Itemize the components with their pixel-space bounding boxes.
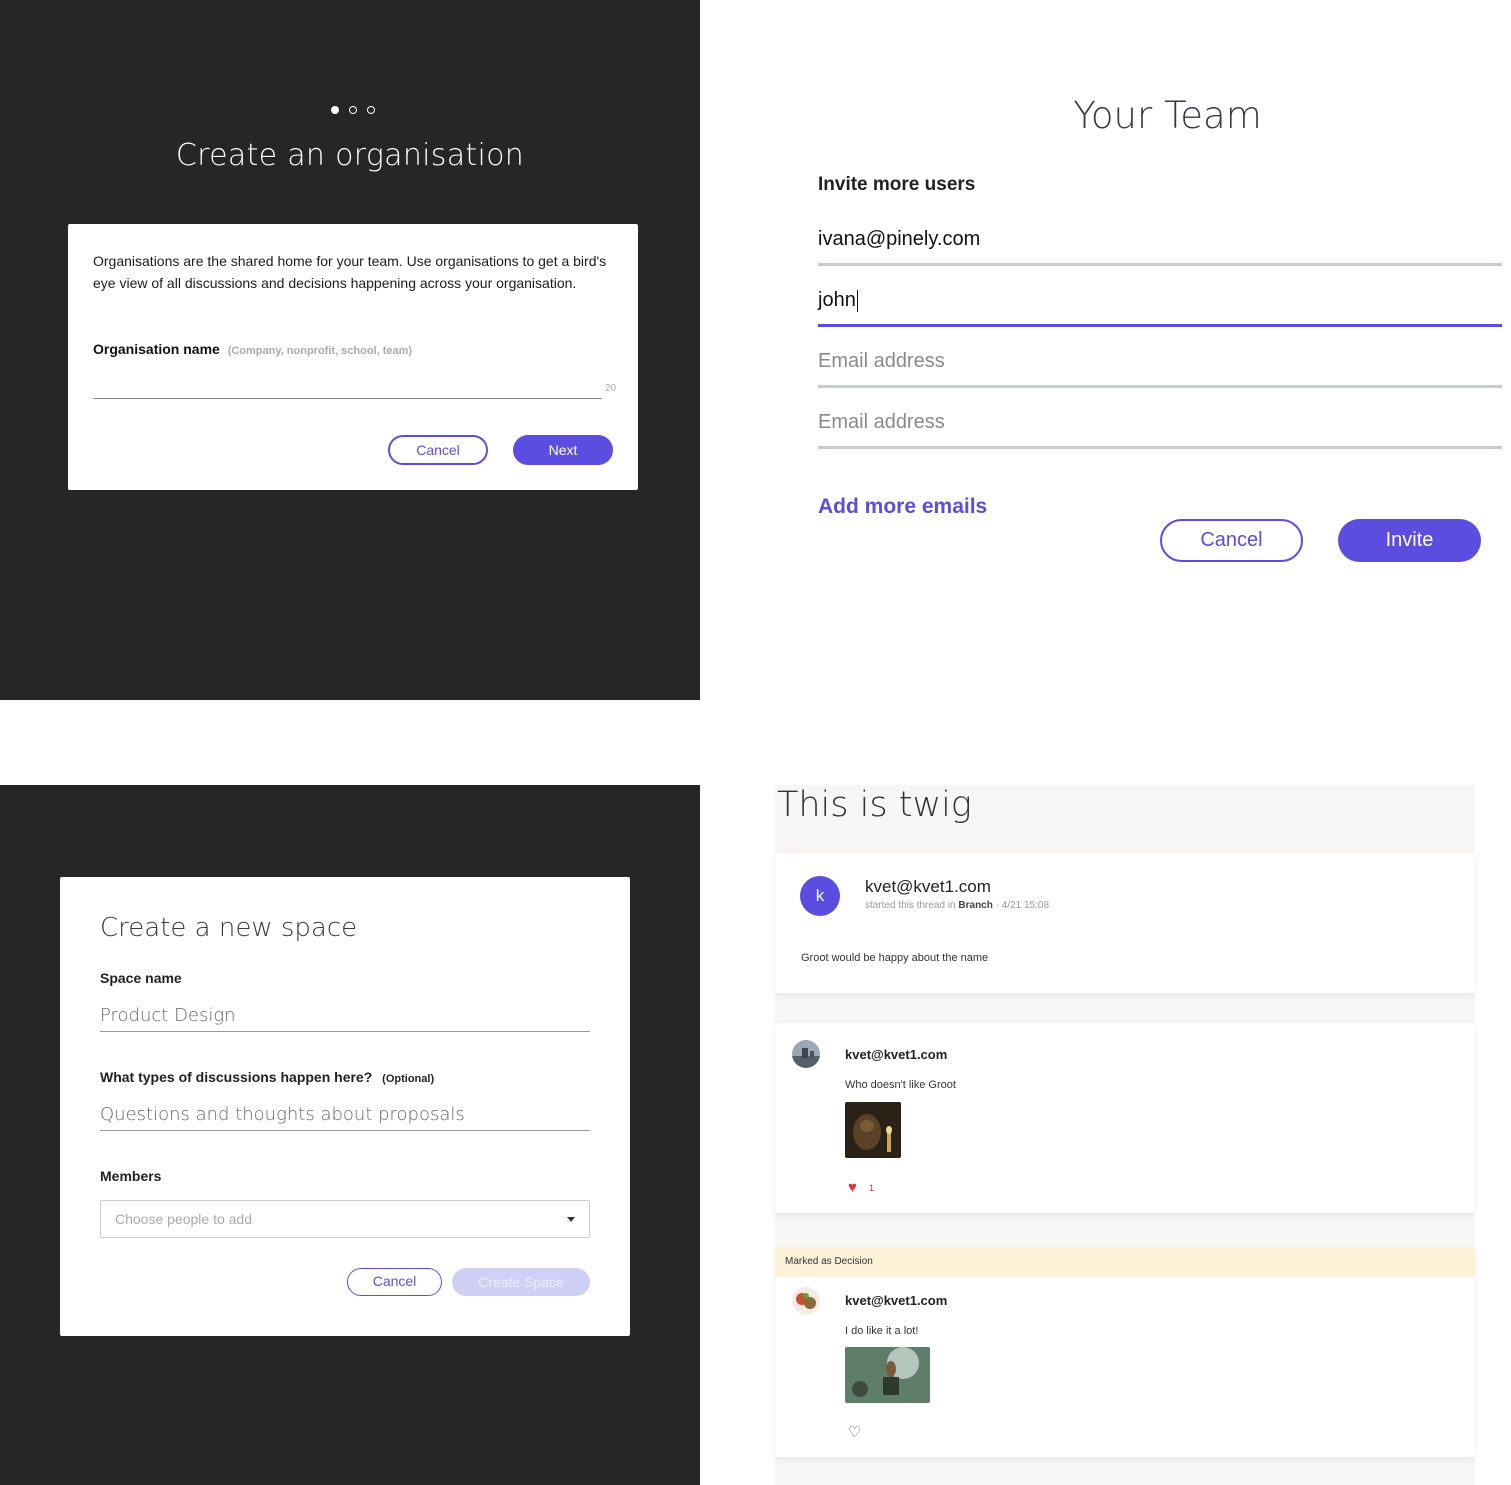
invite-users-heading: Invite more users (818, 174, 976, 195)
avatar[interactable] (792, 1040, 820, 1068)
cancel-button[interactable]: Cancel (388, 435, 488, 465)
input-underline (100, 1031, 590, 1032)
thread-meta: started this thread in Branch · 4/21 15:… (865, 900, 1049, 911)
create-space-button[interactable]: Create Space (452, 1268, 590, 1296)
step-dot-active (331, 106, 339, 114)
chevron-down-icon (567, 1217, 575, 1222)
thread-panel: This is twig k kvet@kvet1.com started th… (775, 785, 1475, 1485)
create-organisation-panel: Create an organisation Organisations are… (0, 0, 700, 700)
author-name[interactable]: kvet@kvet1.com (845, 1047, 947, 1062)
email-value: john (818, 289, 856, 311)
email-value-wrap: john (818, 289, 859, 312)
cancel-button[interactable]: Cancel (1160, 519, 1303, 562)
heart-outline-icon[interactable]: ♡ (848, 1425, 861, 1440)
email-field-active[interactable]: john (818, 283, 1502, 327)
step-dot (349, 106, 357, 114)
organisation-description: Organisations are the shared home for yo… (93, 253, 607, 291)
text-caret (856, 289, 859, 312)
page-title: Your Team (1073, 94, 1262, 137)
step-dot (367, 106, 375, 114)
optional-tag: (Optional) (382, 1073, 435, 1085)
meta-prefix: started this thread in (865, 900, 956, 911)
members-label: Members (100, 1168, 162, 1184)
reply-body: Who doesn't like Groot (845, 1079, 956, 1091)
author-name[interactable]: kvet@kvet1.com (845, 1293, 947, 1308)
create-space-dialog: Create a new space Space name Product De… (60, 877, 630, 1336)
input-underline (818, 446, 1502, 449)
members-placeholder: Choose people to add (115, 1211, 252, 1227)
email-placeholder: Email address (818, 411, 945, 433)
avatar[interactable] (792, 1287, 820, 1315)
like-count: 1 (869, 1183, 875, 1193)
email-value: ivana@pinely.com (818, 228, 981, 250)
invite-button[interactable]: Invite (1338, 519, 1481, 562)
field-label: Organisation name (93, 341, 220, 357)
reply-card: kvet@kvet1.com Who doesn't like Groot ♥ … (775, 1023, 1475, 1213)
attached-image[interactable] (845, 1102, 901, 1158)
character-limit: 20 (605, 383, 617, 394)
avatar[interactable]: k (800, 876, 840, 916)
timestamp: · 4/21 15:08 (995, 900, 1049, 911)
email-field[interactable]: ivana@pinely.com (818, 222, 1502, 266)
page-title: Create an organisation (175, 138, 525, 173)
space-link[interactable]: Branch (958, 900, 992, 911)
field-hint: (Company, nonprofit, school, team) (227, 345, 413, 357)
discussions-input[interactable]: Questions and thoughts about proposals (100, 1104, 465, 1125)
field-label: What types of discussions happen here? (100, 1069, 373, 1085)
cancel-button[interactable]: Cancel (347, 1268, 442, 1296)
input-underline (818, 263, 1502, 266)
space-name-label: Space name (100, 970, 182, 986)
thread-body: Groot would be happy about the name (801, 952, 989, 964)
organisation-name-input[interactable] (93, 370, 602, 398)
reply-card-decision: Marked as Decision kvet@kvet1.com I do l… (775, 1247, 1475, 1457)
next-button[interactable]: Next (513, 435, 613, 465)
input-underline-focused (818, 324, 1502, 327)
dialog-title: Create a new space (100, 913, 358, 943)
email-field[interactable]: Email address (818, 405, 1502, 449)
add-more-emails-link[interactable]: Add more emails (818, 495, 987, 519)
heart-filled-icon[interactable]: ♥ (848, 1180, 857, 1195)
create-space-panel: Create a new space Space name Product De… (0, 785, 700, 1485)
organisation-card: Organisations are the shared home for yo… (68, 224, 638, 490)
input-underline (100, 1130, 590, 1131)
discussions-label: What types of discussions happen here? (… (100, 1069, 434, 1085)
email-field[interactable]: Email address (818, 344, 1502, 388)
decision-banner: Marked as Decision (775, 1247, 1475, 1277)
attached-image[interactable] (845, 1347, 930, 1403)
decision-label: Marked as Decision (785, 1256, 873, 1267)
thread-title: This is twig (777, 785, 972, 825)
input-underline (93, 398, 602, 399)
input-underline (818, 385, 1502, 388)
organisation-name-label: Organisation name (Company, nonprofit, s… (93, 341, 412, 357)
space-name-input[interactable]: Product Design (100, 1005, 236, 1026)
reply-body: I do like it a lot! (845, 1325, 919, 1337)
thread-root-card: k kvet@kvet1.com started this thread in … (775, 853, 1475, 993)
author-name[interactable]: kvet@kvet1.com (865, 877, 991, 897)
members-select[interactable]: Choose people to add (100, 1200, 590, 1238)
email-placeholder: Email address (818, 350, 945, 372)
